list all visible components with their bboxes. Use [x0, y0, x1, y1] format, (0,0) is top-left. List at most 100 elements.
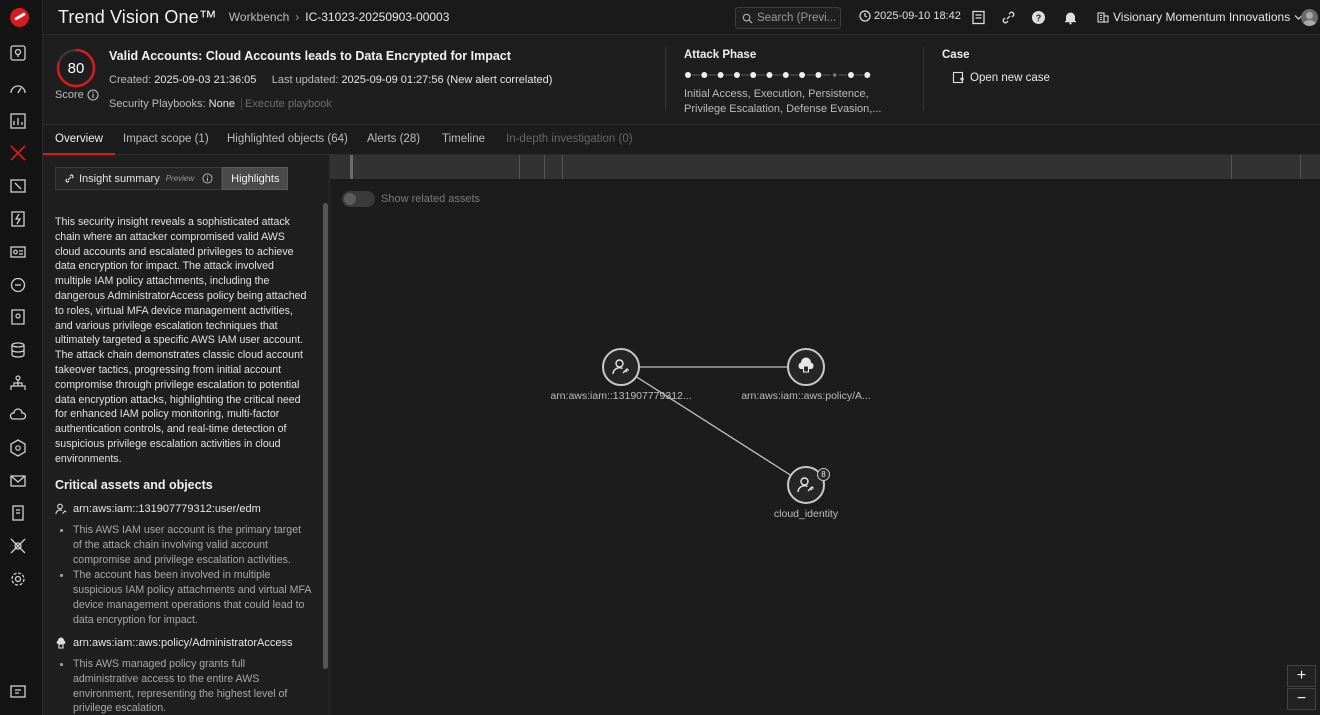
graph-edges	[620, 366, 807, 486]
breadcrumb-workbench[interactable]: Workbench	[229, 10, 289, 24]
phase-dot	[750, 72, 757, 78]
bell-icon[interactable]	[1063, 10, 1078, 25]
app-root: Trend Vision One™ Workbench › IC-31023-2…	[0, 0, 1320, 715]
detail-tabs: Overview Impact scope (1) Highlighted ob…	[43, 125, 1320, 155]
email-icon[interactable]	[8, 471, 28, 491]
detail-bullet: This AWS managed policy grants full admi…	[59, 657, 311, 715]
threat-intel-icon[interactable]	[8, 275, 28, 295]
graph-node-label: arn:aws:iam::aws:policy/A...	[741, 390, 871, 402]
critical-asset-item[interactable]: arn:aws:iam::aws:policy/AdministratorAcc…	[55, 637, 292, 649]
trend-logo-icon[interactable]	[10, 8, 29, 27]
map-pin-icon[interactable]	[8, 43, 28, 63]
tab-timeline[interactable]: Timeline	[442, 125, 485, 155]
attack-surface-icon[interactable]	[8, 176, 28, 196]
response-icon[interactable]	[8, 209, 28, 229]
score-value: 80	[67, 59, 85, 77]
phase-dot	[701, 72, 708, 78]
insight-summary-label: Insight summary	[79, 172, 160, 185]
search-icon	[742, 13, 753, 24]
attack-phase-description: Initial Access, Execution, Persistence, …	[684, 88, 882, 115]
graph-canvas[interactable]: Show related assets arn:aws:iam::1319077…	[330, 155, 1320, 715]
global-search-input[interactable]: Search (Previ...	[735, 7, 841, 29]
identity-icon[interactable]	[8, 242, 28, 262]
critical-asset-name: arn:aws:iam::131907779312:user/edm	[73, 503, 261, 515]
attack-phase-heading: Attack Phase	[684, 49, 757, 61]
sparkle-link-icon	[65, 174, 74, 183]
phase-dot	[815, 72, 822, 78]
user-avatar[interactable]	[1301, 9, 1318, 26]
info-icon[interactable]	[87, 89, 99, 101]
policy-icon[interactable]	[8, 438, 28, 458]
tab-overview[interactable]: Overview	[43, 125, 115, 155]
critical-assets-heading: Critical assets and objects	[55, 478, 213, 492]
alert-meta: Created: 2025-09-03 21:36:05 Last update…	[109, 74, 552, 86]
insight-summary-text: This security insight reveals a sophisti…	[55, 216, 307, 465]
node-count-badge: 8	[817, 468, 830, 481]
panel-scrollbar[interactable]	[323, 203, 328, 669]
org-name: Visionary Momentum Innovations	[1113, 10, 1291, 24]
workbench-icon[interactable]	[0, 138, 43, 168]
execute-playbook-link[interactable]: Execute playbook	[241, 98, 332, 110]
updated-label: Last updated:	[271, 74, 339, 86]
phase-dot	[733, 72, 740, 78]
network-icon[interactable]	[8, 373, 28, 393]
breadcrumb-current: IC-31023-20250903-00003	[305, 10, 450, 24]
phase-dot	[799, 72, 806, 78]
cloud-policy-icon	[56, 637, 66, 649]
notes-icon[interactable]	[971, 10, 986, 25]
preview-tag: Preview	[165, 174, 195, 183]
user-key-icon	[612, 359, 629, 375]
graph-node-label: arn:aws:iam::131907779312...	[550, 390, 692, 402]
graph-edge	[620, 366, 807, 486]
help-icon[interactable]: ?	[1031, 10, 1046, 25]
critical-asset-item[interactable]: arn:aws:iam::131907779312:user/edm	[55, 503, 261, 515]
search-placeholder: Search (Previ...	[757, 12, 837, 24]
phase-dot	[685, 72, 691, 78]
reports-icon[interactable]	[8, 111, 28, 131]
tab-impact-scope[interactable]: Impact scope (1)	[123, 125, 209, 155]
data-icon[interactable]	[8, 340, 28, 360]
cloud-icon[interactable]	[8, 405, 28, 425]
info-icon[interactable]	[202, 173, 213, 184]
highlights-button[interactable]: Highlights	[222, 167, 289, 190]
mobile-icon[interactable]	[8, 503, 28, 523]
org-selector[interactable]: Visionary Momentum Innovations	[1097, 10, 1303, 24]
header-divider	[923, 47, 924, 111]
open-new-case-button[interactable]: Open new case	[952, 71, 1050, 84]
attack-phase-dots[interactable]	[684, 71, 874, 79]
cloud-policy-icon	[798, 357, 814, 373]
user-key-icon	[797, 477, 814, 493]
user-key-icon	[55, 503, 67, 515]
datetime-display[interactable]: 2025-09-10 18:42	[859, 10, 961, 22]
graph-node-iam-user[interactable]	[602, 348, 640, 386]
created-value: 2025-09-03 21:36:05	[154, 74, 257, 86]
svg-text:?: ?	[1036, 13, 1042, 23]
detail-bullet: The account has been involved in multipl…	[59, 568, 311, 627]
link-icon[interactable]	[1001, 10, 1016, 25]
playbook-label: Security Playbooks:	[109, 98, 206, 110]
new-case-icon	[952, 71, 964, 84]
phase-dot	[832, 73, 837, 77]
clock-icon	[859, 10, 871, 22]
endpoint-icon[interactable]	[8, 307, 28, 327]
case-heading: Case	[942, 49, 970, 61]
zoom-in-button[interactable]: +	[1287, 665, 1316, 687]
open-new-case-label: Open new case	[970, 71, 1050, 84]
settings-icon[interactable]	[8, 569, 28, 589]
xdr-icon[interactable]	[8, 536, 28, 556]
tab-highlighted-objects[interactable]: Highlighted objects (64)	[227, 125, 348, 155]
marketplace-icon[interactable]	[8, 681, 28, 701]
alert-title: Valid Accounts: Cloud Accounts leads to …	[109, 49, 511, 63]
dashboard-icon[interactable]	[8, 79, 28, 99]
zoom-out-button[interactable]: −	[1287, 688, 1316, 710]
graph-node-policy[interactable]	[787, 348, 825, 386]
nav-rail	[0, 0, 43, 715]
created-label: Created:	[109, 74, 152, 86]
tab-alerts[interactable]: Alerts (28)	[367, 125, 420, 155]
critical-asset-details: This AWS IAM user account is the primary…	[59, 523, 311, 629]
detail-bullet: This AWS IAM user account is the primary…	[59, 523, 311, 567]
insight-summary-button[interactable]: Insight summary Preview	[55, 167, 223, 190]
phase-dot	[717, 72, 724, 78]
graph-node-label: cloud_identity	[773, 508, 839, 520]
breadcrumb-separator: ›	[295, 10, 300, 24]
